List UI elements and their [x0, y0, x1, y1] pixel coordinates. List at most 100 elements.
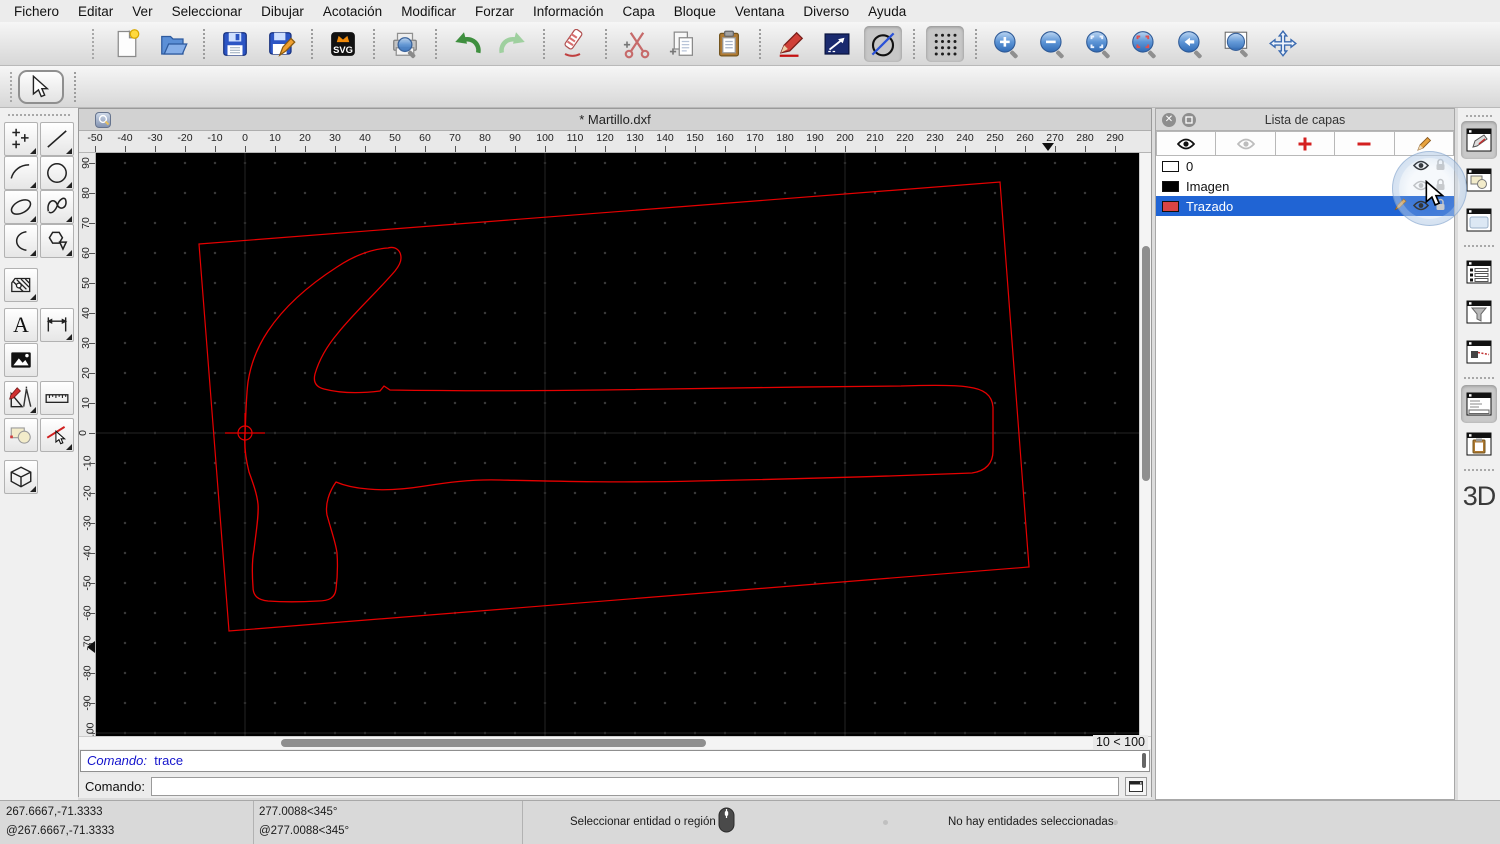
polygon-tool-button[interactable] — [40, 224, 74, 258]
arc-tool-button[interactable] — [4, 156, 38, 190]
left-tool-palette: A — [0, 108, 78, 800]
dimension-tool-button[interactable] — [40, 308, 74, 342]
new-file-button[interactable] — [108, 26, 146, 62]
text-tool-button[interactable]: A — [4, 308, 38, 342]
zoom-previous-button[interactable] — [1172, 26, 1210, 62]
paste-button[interactable] — [710, 26, 748, 62]
h-ruler-tick — [845, 146, 846, 152]
line-tool-button[interactable] — [40, 122, 74, 156]
drawing-canvas[interactable] — [96, 153, 1141, 736]
zoom-in-button[interactable] — [988, 26, 1026, 62]
trace-frame-outline — [198, 181, 1030, 632]
pen-palette-dock-icon — [1466, 340, 1492, 364]
hatch-tool-button[interactable] — [4, 268, 38, 302]
clipboard-dock-button[interactable] — [1461, 425, 1497, 463]
menu-item-información[interactable]: Información — [533, 4, 604, 19]
save-as-button[interactable] — [262, 26, 300, 62]
layer-name: Imagen — [1186, 178, 1230, 194]
eraser-icon — [564, 28, 583, 57]
menu-item-editar[interactable]: Editar — [78, 4, 113, 19]
document-titlebar[interactable]: * Martillo.dxf — [79, 109, 1151, 131]
entity-list-dock-button[interactable] — [1461, 253, 1497, 291]
zoom-window-button[interactable] — [1218, 26, 1256, 62]
menu-item-seleccionar[interactable]: Seleccionar — [172, 4, 243, 19]
menu-item-ver[interactable]: Ver — [132, 4, 152, 19]
menu-item-fichero[interactable]: Fichero — [14, 4, 59, 19]
pen-palette-dock-button[interactable] — [1461, 333, 1497, 371]
show-all-layers-button[interactable] — [1156, 131, 1217, 156]
zoom-auto-button[interactable] — [1080, 26, 1118, 62]
toolbar-drag-handle[interactable] — [10, 71, 12, 102]
menu-item-diverso[interactable]: Diverso — [803, 4, 849, 19]
h-ruler-label: 150 — [686, 132, 704, 144]
menu-item-dibujar[interactable]: Dibujar — [261, 4, 304, 19]
spline-tool-button[interactable] — [40, 190, 74, 224]
horizontal-scrollbar[interactable]: 10 < 100 — [79, 735, 1151, 749]
h-ruler-position-marker — [1042, 143, 1054, 151]
command-detach-button[interactable] — [1125, 776, 1147, 796]
menu-item-bloque[interactable]: Bloque — [674, 4, 716, 19]
copy-button[interactable] — [664, 26, 702, 62]
status-hint: Seleccionar entidad o región — [570, 816, 716, 828]
toolbar-separator — [759, 28, 761, 59]
print-preview-button[interactable] — [386, 26, 424, 62]
solid-3d-button[interactable] — [4, 460, 38, 494]
menu-item-acotación[interactable]: Acotación — [323, 4, 382, 19]
zoom-selected-button[interactable] — [1126, 26, 1164, 62]
h-ruler-tick — [725, 146, 726, 152]
point-tool-button[interactable] — [4, 122, 38, 156]
h-ruler-tick — [365, 146, 366, 152]
toolbar-drag-handle[interactable] — [92, 28, 94, 59]
undo-button[interactable] — [448, 26, 486, 62]
command-input[interactable] — [150, 776, 1119, 796]
menu-item-capa[interactable]: Capa — [623, 4, 655, 19]
toolbar-separator — [203, 28, 205, 59]
filter-dock-icon — [1466, 300, 1492, 324]
v-ruler-tick — [89, 673, 95, 674]
layer-list-dock-button[interactable] — [1461, 121, 1497, 159]
export-svg-button[interactable]: SVG — [324, 26, 362, 62]
h-ruler-label: 280 — [1076, 132, 1094, 144]
ellipse-tool-button[interactable] — [4, 190, 38, 224]
block-tool-button[interactable] — [4, 418, 38, 452]
cut-button[interactable] — [618, 26, 656, 62]
threed-dock-label[interactable]: 3D — [1458, 481, 1500, 512]
polyline-tool-button[interactable] — [4, 224, 38, 258]
menu-item-forzar[interactable]: Forzar — [475, 4, 514, 19]
circle-attributes-button[interactable] — [864, 25, 902, 62]
horizontal-scroll-thumb[interactable] — [281, 739, 706, 747]
dock-drag-handle[interactable] — [1466, 115, 1492, 117]
menu-item-ventana[interactable]: Ventana — [735, 4, 785, 19]
filter-dock-button[interactable] — [1461, 293, 1497, 331]
layer-panel-titlebar[interactable]: ✕ Lista de capas — [1156, 109, 1454, 131]
modify-tool-button[interactable] — [4, 381, 38, 415]
line-attributes-button[interactable] — [818, 26, 856, 62]
zoom-window-icon — [1224, 31, 1248, 57]
zoom-out-button[interactable] — [1034, 26, 1072, 62]
open-file-button[interactable] — [154, 26, 192, 62]
redo-button[interactable] — [494, 26, 532, 62]
select-entity-button[interactable] — [40, 418, 74, 452]
command-history-scrollbar[interactable] — [1142, 753, 1146, 768]
save-button[interactable] — [216, 26, 254, 62]
hide-all-layers-button[interactable] — [1216, 131, 1276, 156]
library-dock-button[interactable] — [1461, 201, 1497, 239]
menu-item-modificar[interactable]: Modificar — [401, 4, 456, 19]
vertical-scrollbar[interactable] — [1139, 153, 1151, 736]
palette-drag-handle[interactable] — [8, 114, 70, 120]
image-tool-button[interactable] — [4, 343, 38, 377]
zoom-pan-button[interactable] — [1264, 26, 1302, 62]
grid-toggle-button[interactable] — [926, 25, 964, 62]
select-tool-button[interactable] — [18, 69, 64, 104]
command-line-dock-button[interactable] — [1461, 385, 1497, 423]
measure-tool-button[interactable] — [40, 381, 74, 415]
circle-tool-button[interactable] — [40, 156, 74, 190]
menu-item-ayuda[interactable]: Ayuda — [868, 4, 906, 19]
delete-button[interactable] — [556, 26, 594, 62]
polar-absolute: 277.0088<345° — [259, 806, 338, 818]
add-layer-button[interactable] — [1275, 131, 1336, 156]
draw-pencil-button[interactable] — [772, 26, 810, 62]
horizontal-ruler: -50 -40 -30 -20 -10 0 10 20 30 40 50 60 70 80 90 100 110… — [79, 131, 1151, 153]
vertical-scroll-thumb[interactable] — [1142, 246, 1150, 481]
remove-layer-button[interactable] — [1335, 131, 1395, 156]
